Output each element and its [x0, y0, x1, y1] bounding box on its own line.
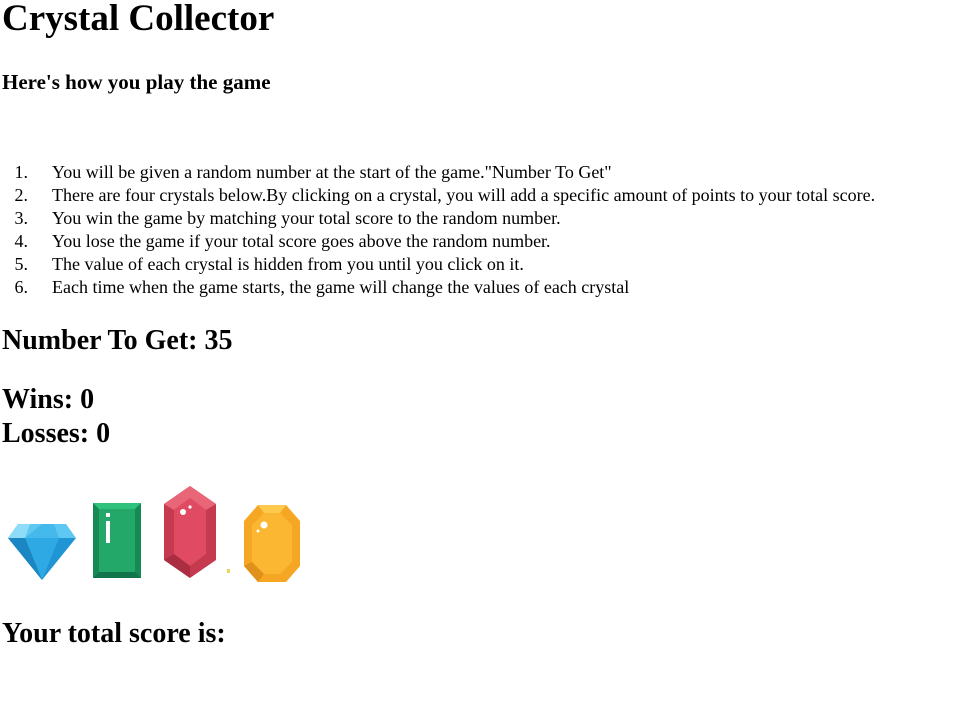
losses-label: Losses:	[2, 418, 97, 449]
rules-list: 1. You will be given a random number at t…	[0, 161, 876, 299]
rule-item: 6. Each time when the game starts, the ga…	[14, 277, 630, 297]
rule-item: 1. You will be given a random number at t…	[14, 162, 612, 182]
number-to-get-value: 35	[204, 325, 233, 356]
rule-item: 2. There are four crystals below.By click…	[14, 185, 876, 205]
yellow-topaz-icon[interactable]	[244, 505, 300, 582]
rule-item: 5. The value of each crystal is hidden fr…	[14, 254, 524, 274]
wins-value: 0	[80, 384, 95, 415]
rule-item: 3. You win the game by matching your tota…	[14, 208, 561, 228]
losses-counter: Losses: 0	[2, 418, 110, 450]
red-ruby-icon[interactable]	[164, 486, 216, 578]
number-to-get-label: Number To Get:	[2, 325, 205, 356]
instructions-heading: Here's how you play the game	[2, 70, 271, 94]
wins-counter: Wins: 0	[2, 384, 94, 416]
losses-value: 0	[96, 418, 111, 449]
total-score-label: Your total score is:	[2, 618, 226, 649]
wins-label: Wins:	[2, 384, 81, 415]
page-title: Crystal Collector	[2, 0, 275, 39]
rule-item: 4. You lose the game if your total score …	[14, 231, 551, 251]
total-score: Your total score is:	[2, 618, 232, 650]
speck	[227, 569, 230, 573]
blue-diamond-icon[interactable]	[8, 524, 76, 580]
number-to-get: Number To Get: 35	[2, 325, 233, 357]
green-emerald-icon[interactable]	[93, 503, 141, 578]
